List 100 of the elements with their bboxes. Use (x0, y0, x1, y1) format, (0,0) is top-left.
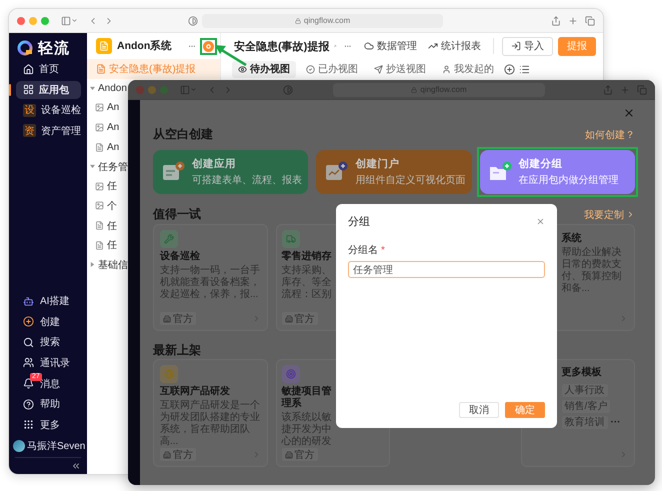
card-title: 创建门户 (355, 156, 400, 171)
more-menu[interactable]: ··· (344, 40, 351, 52)
sidebar-tool[interactable]: AI搭建 (9, 290, 87, 312)
card-title: 创建分组 (518, 156, 564, 171)
view-tab[interactable]: 待办视图 (232, 60, 296, 78)
logo-icon (17, 40, 33, 56)
send-icon (374, 64, 383, 74)
building-icon (163, 314, 171, 323)
tree-item[interactable]: 任务管 (87, 156, 129, 177)
help-icon (23, 398, 34, 410)
card-subtitle: 可搭建表单、流程、报表 (192, 174, 302, 187)
ring-icon (206, 44, 211, 48)
tree-item[interactable]: An (87, 137, 120, 157)
list-icon[interactable] (519, 64, 530, 74)
section-title: 值得一试 (153, 206, 201, 224)
card-subtitle: 用组件自定义可视化页面 (355, 174, 466, 187)
form-icon (95, 221, 104, 230)
privacy-icon[interactable] (283, 84, 293, 94)
app-icon (96, 38, 112, 54)
view-tab[interactable]: 我发起的 (436, 60, 500, 78)
tabs-overview-icon[interactable] (637, 84, 647, 94)
address-bar[interactable]: qingflow.com (202, 14, 443, 28)
tree-item[interactable]: 任 (87, 176, 118, 196)
create-card[interactable]: 创建应用 可搭建表单、流程、报表 (153, 150, 308, 194)
share-icon[interactable] (551, 16, 561, 26)
new-tab-icon[interactable] (568, 16, 578, 26)
card-subtitle: 在应用包内做分组管理 (518, 174, 619, 187)
tree-item[interactable]: An (87, 118, 120, 138)
toolbar-link[interactable]: 统计报表 (424, 39, 484, 53)
grid-icon (23, 84, 34, 96)
more-menu[interactable]: ··· (188, 40, 195, 52)
add-view-icon[interactable] (504, 64, 515, 74)
home-icon (23, 64, 34, 75)
lock-icon (411, 86, 418, 92)
tree-item[interactable]: Andon (87, 78, 128, 98)
form-icon (95, 142, 104, 152)
help-link[interactable]: 如何创建？ (585, 128, 635, 142)
tree-item[interactable]: 任 (87, 216, 118, 236)
building-icon (284, 450, 292, 458)
new-tab-icon[interactable] (620, 84, 630, 94)
chevron-right-icon (626, 210, 635, 220)
caret-icon[interactable] (90, 262, 95, 268)
chevron-right-icon (619, 450, 628, 459)
tabs-overview-icon[interactable] (585, 16, 595, 26)
card-title: 敏捷项目管理系 (282, 386, 332, 410)
tree-item[interactable]: 基础信 (87, 254, 129, 275)
tag-text: 官方 (173, 312, 193, 326)
tag-text: 官方 (173, 448, 193, 462)
cancel-button[interactable]: 取消 (459, 402, 499, 418)
sidebar-tool[interactable]: 搜索 (9, 332, 87, 353)
search-icon (23, 336, 34, 348)
window-zoom-button[interactable] (41, 16, 49, 24)
tree-item[interactable]: An (87, 98, 120, 118)
caret-icon[interactable] (71, 17, 78, 24)
sidebar-tool[interactable]: 更多 (9, 414, 87, 435)
collapse-icon[interactable] (71, 461, 81, 471)
building-icon (284, 314, 292, 323)
sidebar-toggle-icon[interactable] (61, 16, 71, 26)
view-tab[interactable]: 已办视图 (300, 60, 364, 78)
target-icon (286, 369, 296, 379)
window-minimize-button[interactable] (29, 16, 37, 24)
tree-item[interactable]: 任 (87, 235, 118, 255)
create-card[interactable]: 创建门户 用组件自定义可视化页面 (316, 150, 472, 194)
caret-icon[interactable] (190, 86, 197, 93)
tag-text: 官方 (294, 448, 314, 462)
close-icon[interactable] (623, 106, 635, 119)
close-icon[interactable] (536, 217, 545, 226)
chart-plus-icon (325, 160, 350, 183)
tree-item[interactable]: 个 (87, 196, 118, 216)
dots-grid-icon (23, 419, 34, 430)
add-button[interactable] (203, 40, 214, 52)
view-tab[interactable]: 抄送视图 (368, 60, 432, 78)
import-icon (511, 41, 521, 51)
caret-icon[interactable] (90, 86, 95, 91)
group-name-field[interactable]: 任务管理 (348, 261, 545, 278)
sidebar-tool[interactable]: 帮助 (9, 394, 87, 414)
sidebar-item[interactable]: 首页 (16, 60, 81, 78)
toolbar-link[interactable]: 数据管理 (360, 39, 420, 53)
form-icon (95, 240, 104, 250)
eye-icon (238, 64, 247, 74)
field-label: 分组名 (348, 244, 378, 257)
sidebar-item[interactable]: 设 设备巡检 (16, 101, 81, 120)
window-close-button[interactable] (17, 16, 25, 24)
user-icon (442, 64, 451, 74)
building-icon (163, 450, 171, 458)
sidebar-toggle-icon[interactable] (180, 84, 190, 94)
import-button[interactable]: 导入 (502, 36, 553, 56)
card-title: 零售进销存 (282, 250, 332, 263)
tag-text: 官方 (294, 312, 314, 326)
avatar (13, 440, 25, 452)
customize-link[interactable]: 我要定制 (584, 208, 635, 222)
sidebar-item[interactable]: 资 资产管理 (16, 122, 81, 140)
share-icon[interactable] (603, 84, 613, 94)
sidebar-item[interactable]: 应用包 (16, 80, 81, 99)
caret-icon[interactable] (90, 164, 95, 170)
sidebar-tool[interactable]: 通讯录 (9, 352, 87, 374)
privacy-icon[interactable] (188, 16, 198, 26)
cloud-icon (364, 41, 374, 51)
check-icon (306, 64, 315, 74)
sidebar-tool[interactable]: 创建 (9, 311, 87, 332)
